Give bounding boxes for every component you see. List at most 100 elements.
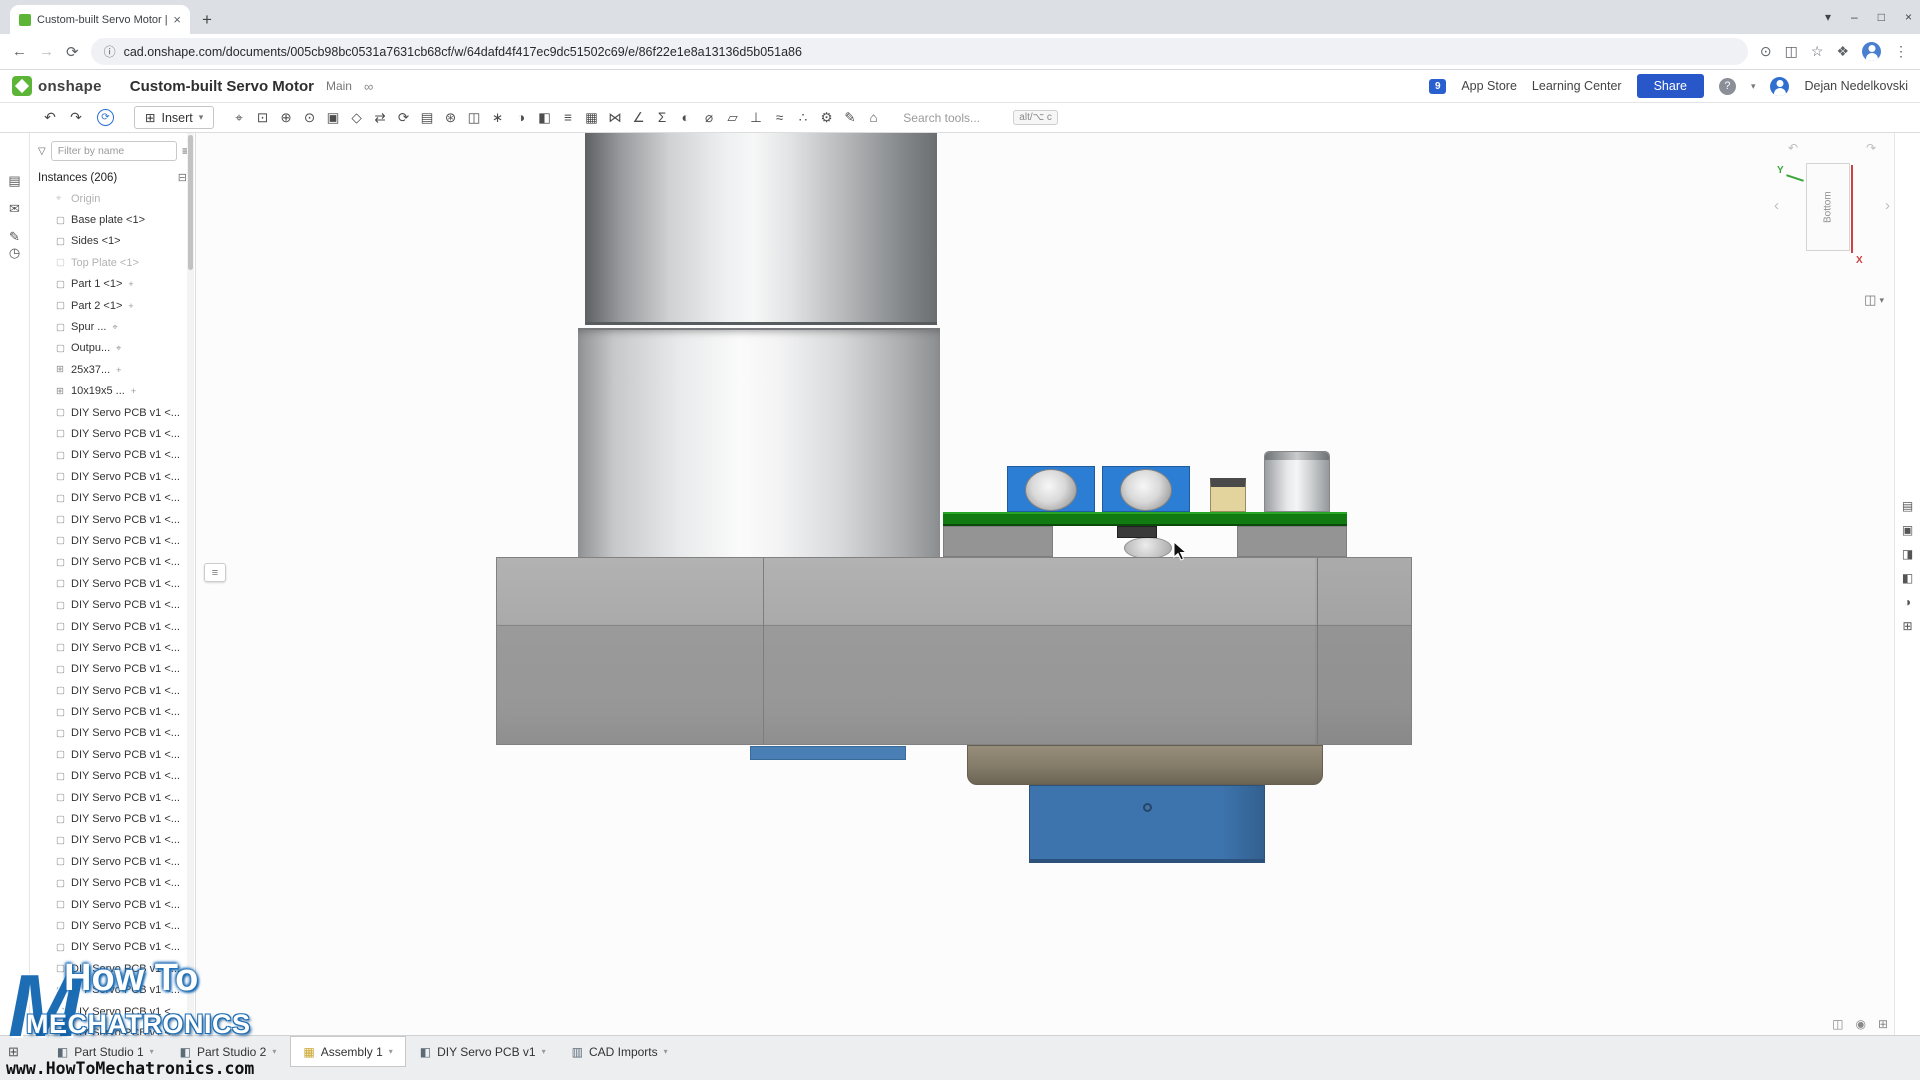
help-icon[interactable]: ?: [1719, 78, 1736, 95]
minimize-button[interactable]: –: [1851, 10, 1858, 24]
named-positions-icon[interactable]: ◇: [345, 110, 369, 126]
display-panel-icon[interactable]: ◨: [1902, 547, 1913, 561]
section-panel-icon[interactable]: ◧: [1902, 571, 1913, 585]
instance-row[interactable]: ▢ DIY Servo PCB v1 <...: [30, 744, 195, 765]
chevron-down-icon[interactable]: ▾: [150, 1047, 154, 1056]
instance-row[interactable]: ▢ Part 1 <1> +: [30, 274, 195, 295]
app-store-link[interactable]: App Store: [1461, 79, 1517, 93]
view-menu[interactable]: ◫ ▾: [1864, 292, 1884, 308]
explode-icon[interactable]: ∗: [486, 110, 510, 126]
bom-icon[interactable]: ≡: [556, 110, 580, 125]
instance-row[interactable]: ⊞ 25x37... +: [30, 359, 195, 380]
instances-panel-icon[interactable]: ▤: [8, 173, 20, 189]
comments-icon[interactable]: ✉: [9, 201, 20, 217]
notifications-badge[interactable]: 9: [1429, 79, 1446, 94]
instance-row[interactable]: ⊞ 10x19x5 ... +: [30, 381, 195, 402]
site-info-icon[interactable]: ⓘ: [104, 43, 116, 60]
frame-icon[interactable]: ⊥: [744, 110, 768, 126]
tab-search-icon[interactable]: ▾: [1825, 10, 1831, 24]
linear-pattern-icon[interactable]: ▤: [415, 110, 439, 126]
tab-close-icon[interactable]: ×: [173, 12, 181, 27]
instance-row[interactable]: ▢ DIY Servo PCB v1 <...: [30, 958, 195, 979]
custom-tables-icon[interactable]: ⊞: [1902, 619, 1912, 633]
new-tab-button[interactable]: +: [202, 10, 212, 30]
tab-diy-servo-pcb-v1[interactable]: ◧ DIY Servo PCB v1 ▾: [408, 1036, 558, 1067]
follow-icon[interactable]: ✎: [9, 229, 20, 245]
mirror-icon[interactable]: ◫: [462, 110, 486, 126]
panel-collapse-handle[interactable]: ≡: [204, 563, 226, 582]
instance-row[interactable]: ▢ DIY Servo PCB v1 <...: [30, 402, 195, 423]
display-states-icon[interactable]: ◑: [509, 110, 533, 125]
maximize-button[interactable]: □: [1878, 10, 1885, 24]
chevron-down-icon[interactable]: ▾: [542, 1047, 546, 1056]
tab-cad-imports[interactable]: ▥ CAD Imports ▾: [560, 1036, 680, 1067]
snap-mode-icon[interactable]: ⊙: [298, 110, 322, 126]
chevron-left-icon[interactable]: ‹: [1774, 197, 1779, 214]
instance-row[interactable]: ▢ DIY Servo PCB v1 <...: [30, 766, 195, 787]
mass-properties-icon[interactable]: Σ: [650, 110, 674, 125]
instance-row[interactable]: ▢ DIY Servo PCB v1 <...: [30, 680, 195, 701]
back-icon[interactable]: ←: [12, 43, 27, 60]
instance-row[interactable]: ▢ DIY Servo PCB v1 <...: [30, 937, 195, 958]
mate-connector-icon[interactable]: ⊕: [274, 110, 298, 126]
instance-row[interactable]: ▢ DIY Servo PCB v1 <...: [30, 487, 195, 508]
instance-row[interactable]: ▢ DIY Servo PCB v1 <...: [30, 552, 195, 573]
instance-row[interactable]: ▢ DIY Servo PCB v1 <...: [30, 659, 195, 680]
filter-input[interactable]: [51, 141, 177, 161]
rotate-right-icon[interactable]: ↷: [1866, 141, 1876, 155]
rotate-icon[interactable]: ⟳: [392, 110, 416, 126]
analysis-icon[interactable]: ∴: [791, 110, 815, 126]
record-icon[interactable]: ◉: [1855, 1017, 1865, 1031]
onshape-logo[interactable]: onshape: [12, 76, 102, 96]
history-icon[interactable]: ◷: [9, 245, 20, 261]
chevron-right-icon[interactable]: ›: [1885, 197, 1890, 214]
password-key-icon[interactable]: ⊙: [1760, 43, 1772, 60]
link-icon[interactable]: ∞: [364, 79, 373, 94]
instance-row[interactable]: ▢ Base plate <1>: [30, 209, 195, 230]
measure-icon[interactable]: ∠: [627, 110, 651, 126]
instance-row[interactable]: ▢ DIY Servo PCB v1 <...: [30, 445, 195, 466]
instance-row[interactable]: ▢ DIY Servo PCB v1 <...: [30, 873, 195, 894]
user-name[interactable]: Dejan Nedelkovski: [1804, 79, 1908, 93]
reload-icon[interactable]: ⟳: [66, 43, 79, 61]
bookmark-star-icon[interactable]: ☆: [1811, 43, 1824, 60]
group-icon[interactable]: ⊡: [251, 110, 275, 126]
forward-icon[interactable]: →: [39, 43, 54, 60]
instance-row[interactable]: ▢ DIY Servo PCB v1 <...: [30, 723, 195, 744]
instance-row[interactable]: ▢ DIY Servo PCB v1 <...: [30, 594, 195, 615]
browser-profile-avatar[interactable]: [1862, 42, 1881, 61]
appearance-panel-icon[interactable]: ◑: [1904, 595, 1911, 609]
sidebar-scrollbar[interactable]: [187, 133, 194, 1035]
instance-row[interactable]: ▢ DIY Servo PCB v1 <...: [30, 573, 195, 594]
instance-row[interactable]: ▢ DIY Servo PCB v1 <...: [30, 1001, 195, 1022]
learning-center-link[interactable]: Learning Center: [1532, 79, 1622, 93]
collapse-all-icon[interactable]: ⊟: [178, 171, 187, 184]
instance-row[interactable]: ▢ DIY Servo PCB v1 <...: [30, 616, 195, 637]
branch-label[interactable]: Main: [326, 79, 352, 93]
mate-icon[interactable]: ⌖: [227, 110, 251, 126]
spline-icon[interactable]: ≈: [768, 110, 792, 125]
3d-viewport[interactable]: ≡ ↶ ↷ ‹ › Bottom Y X ◫ ▾ ◫ ◉: [196, 133, 1894, 1035]
tab-part-studio-1[interactable]: ◧ Part Studio 1 ▾: [45, 1036, 166, 1067]
redo-icon[interactable]: ↷: [64, 109, 88, 126]
instance-row[interactable]: ▢ DIY Servo PCB v1 <...: [30, 509, 195, 530]
circular-pattern-icon[interactable]: ⊛: [439, 110, 463, 126]
sheet-metal-icon[interactable]: ▱: [721, 110, 745, 126]
instance-row[interactable]: ▢ DIY Servo PCB v1 <...: [30, 894, 195, 915]
browser-tab[interactable]: Custom-built Servo Motor | Ass... ×: [10, 5, 190, 34]
instance-row[interactable]: ▢ Top Plate <1>: [30, 252, 195, 273]
view-cube[interactable]: ↶ ↷ ‹ › Bottom Y X ◫ ▾: [1772, 139, 1892, 314]
instance-row[interactable]: ▢ DIY Servo PCB v1 <...: [30, 466, 195, 487]
instance-row[interactable]: ▢ Part 2 <1> +: [30, 295, 195, 316]
instance-row[interactable]: ⌖ Origin: [30, 188, 195, 209]
tab-part-studio-2[interactable]: ◧ Part Studio 2 ▾: [168, 1036, 289, 1067]
instance-row[interactable]: ▢ DIY Servo PCB v1 <...: [30, 808, 195, 829]
close-window-button[interactable]: ×: [1905, 10, 1912, 24]
bom-panel-icon[interactable]: ▤: [1902, 499, 1913, 513]
instance-row[interactable]: ▢ DIY Servo PCB v1 <...: [30, 1022, 195, 1035]
section-view-icon[interactable]: ◧: [533, 110, 557, 126]
tab-manager-icon[interactable]: ⊞: [8, 1044, 19, 1060]
chevron-down-icon[interactable]: ▾: [1751, 81, 1756, 92]
insert-button[interactable]: ⊞ Insert ▾: [134, 106, 214, 129]
instance-row[interactable]: ▢ Spur ... ⌖: [30, 316, 195, 337]
